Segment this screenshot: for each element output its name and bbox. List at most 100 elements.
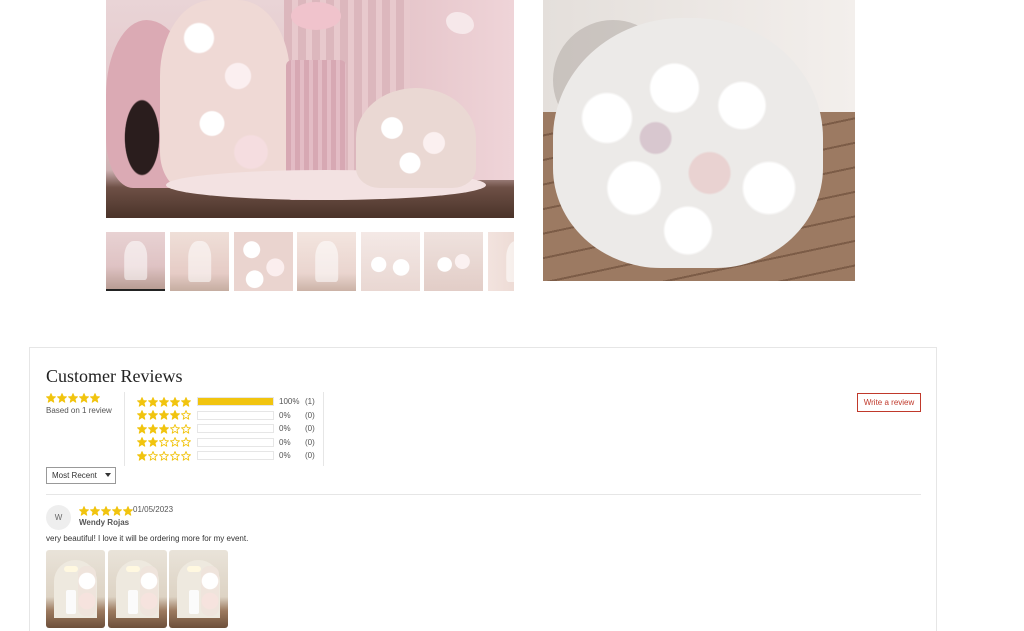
thumbnail[interactable]	[234, 232, 293, 291]
star-outline-icon	[170, 423, 180, 434]
histogram-row-4[interactable]: 0% (0)	[137, 410, 315, 421]
photo-detail	[64, 566, 78, 572]
star-filled-icon	[181, 396, 191, 407]
star-outline-icon	[181, 423, 191, 434]
image-detail	[160, 0, 290, 190]
review-photo[interactable]	[169, 550, 228, 628]
thumbnail-detail	[505, 240, 514, 283]
star-filled-icon	[79, 506, 89, 516]
star-filled-icon	[112, 506, 122, 516]
histogram-percent: 0%	[279, 410, 291, 420]
product-main-image[interactable]	[106, 0, 514, 218]
star-filled-icon	[148, 410, 158, 420]
histogram-row-2[interactable]: 0% (0)	[137, 437, 315, 448]
histogram-row-1[interactable]: 0% (0)	[137, 450, 315, 461]
write-review-button[interactable]: Write a review	[857, 393, 921, 412]
star-filled-icon	[68, 393, 78, 403]
histogram-count: (0)	[305, 451, 315, 460]
histogram-row-5[interactable]: 100% (1)	[137, 396, 315, 407]
star-filled-icon	[159, 410, 169, 420]
photo-detail	[78, 566, 96, 616]
histogram-stars	[137, 450, 195, 461]
thumbnail[interactable]	[361, 232, 420, 291]
star-filled-icon	[148, 396, 158, 407]
image-detail	[356, 88, 476, 188]
histogram-count: (0)	[305, 424, 315, 433]
star-filled-icon	[170, 410, 180, 420]
histogram-stars	[137, 410, 195, 420]
photo-detail	[126, 566, 140, 572]
star-filled-icon	[90, 506, 100, 516]
customer-reviews-section: Customer Reviews Based on 1 review 100% …	[29, 347, 937, 631]
histogram-row-3[interactable]: 0% (0)	[137, 423, 315, 434]
star-filled-icon	[137, 396, 147, 407]
thumbnail-detail	[187, 240, 212, 283]
caret-down-icon	[105, 473, 111, 477]
histogram-percent: 0%	[279, 424, 291, 433]
histogram-count: (0)	[305, 437, 315, 447]
histogram-stars	[137, 437, 195, 447]
star-filled-icon	[148, 437, 158, 447]
thumbnail[interactable]	[488, 232, 514, 291]
reviewer-avatar: W	[46, 505, 71, 530]
histogram-percent: 0%	[279, 451, 291, 460]
thumbnail[interactable]	[170, 232, 229, 291]
photo-detail	[66, 590, 76, 614]
sort-selected-value: Most Recent	[52, 471, 97, 480]
based-on-count: Based on 1 review	[46, 406, 112, 415]
histogram-bar	[197, 397, 274, 406]
star-filled-icon	[148, 423, 158, 434]
star-filled-icon	[46, 393, 56, 403]
image-detail	[291, 2, 341, 30]
histogram-percent: 100%	[279, 397, 300, 406]
histogram-bar	[197, 410, 274, 420]
star-filled-icon	[90, 393, 100, 403]
histogram-count: (1)	[305, 397, 315, 406]
thumbnail-strip[interactable]	[106, 232, 514, 292]
divider	[46, 494, 921, 495]
star-filled-icon	[137, 423, 147, 434]
histogram-bar	[197, 437, 274, 447]
histogram-bar	[197, 451, 274, 460]
product-secondary-image[interactable]	[543, 0, 855, 281]
photo-detail	[128, 590, 138, 614]
histogram-bar	[197, 424, 274, 433]
star-outline-icon	[170, 450, 180, 461]
star-filled-icon	[137, 437, 147, 447]
star-filled-icon	[101, 506, 111, 516]
star-filled-icon	[159, 423, 169, 434]
star-filled-icon	[137, 450, 147, 461]
histogram-stars	[137, 423, 195, 434]
star-filled-icon	[123, 506, 133, 516]
thumbnail[interactable]	[424, 232, 483, 291]
rating-histogram: 100% (1) 0% (0) 0% (0) 0% (0) 0% (0)	[124, 392, 324, 466]
photo-detail	[201, 566, 219, 616]
star-filled-icon	[159, 396, 169, 407]
review-author: Wendy Rojas	[79, 518, 130, 527]
histogram-count: (0)	[305, 410, 315, 420]
star-outline-icon	[148, 450, 158, 461]
star-outline-icon	[159, 437, 169, 447]
star-outline-icon	[170, 437, 180, 447]
photo-detail	[189, 590, 199, 614]
sort-reviews-select[interactable]: Most Recent	[46, 467, 116, 484]
star-outline-icon	[181, 450, 191, 461]
review-body: very beautiful! I love it will be orderi…	[46, 534, 249, 543]
photo-detail	[140, 566, 158, 616]
reviews-title: Customer Reviews	[46, 366, 183, 386]
photo-detail	[187, 566, 201, 572]
review-date: 01/05/2023	[133, 505, 174, 514]
star-filled-icon	[79, 393, 89, 403]
image-detail	[553, 18, 823, 268]
average-rating-stars	[46, 393, 100, 403]
histogram-percent: 0%	[279, 437, 291, 447]
star-outline-icon	[159, 450, 169, 461]
star-outline-icon	[181, 410, 191, 420]
thumbnail[interactable]	[297, 232, 356, 291]
review-rating-stars	[79, 506, 133, 516]
review-photo[interactable]	[46, 550, 105, 628]
review-photo[interactable]	[108, 550, 167, 628]
thumbnail[interactable]	[106, 232, 165, 291]
star-filled-icon	[57, 393, 67, 403]
histogram-stars	[137, 396, 195, 407]
